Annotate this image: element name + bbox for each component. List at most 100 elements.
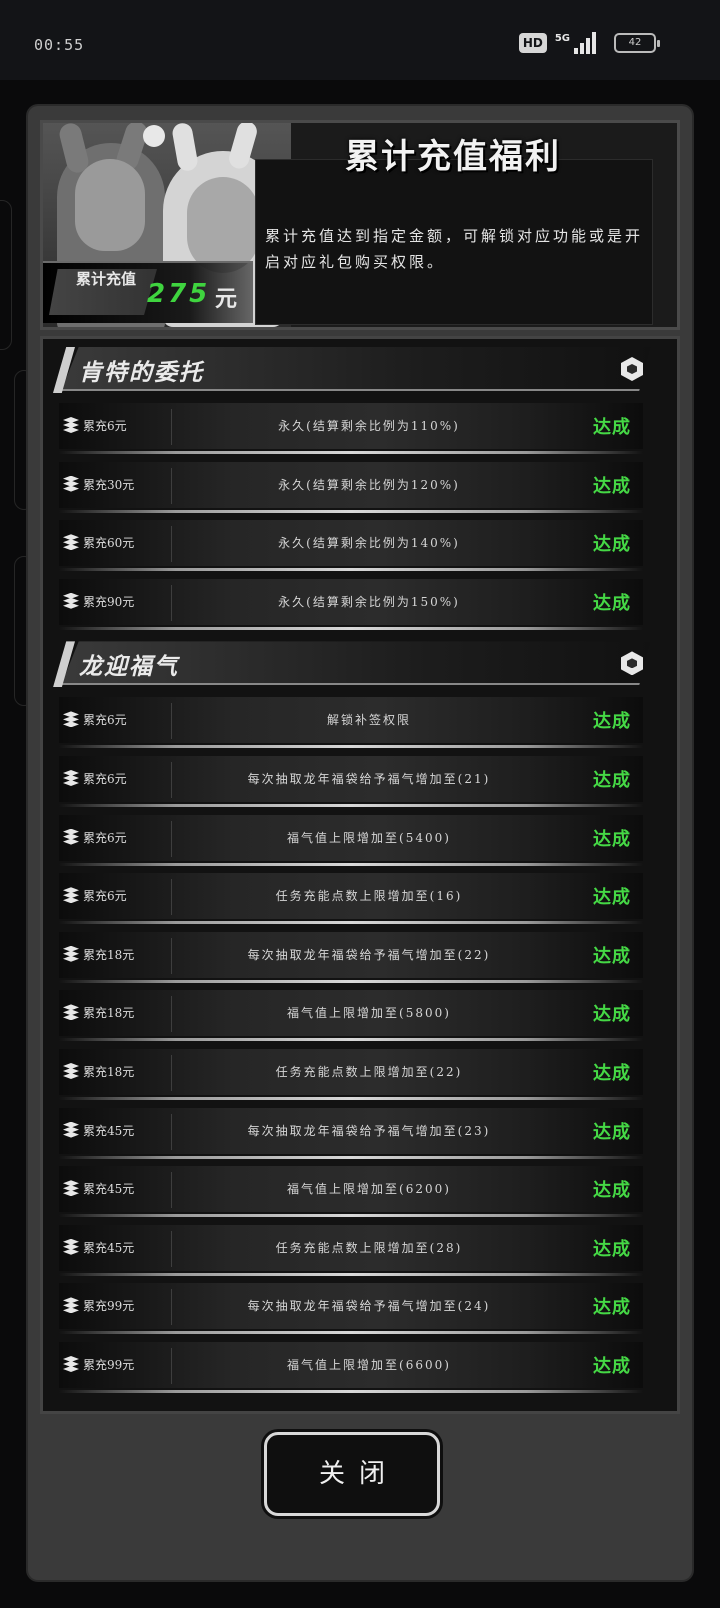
battery-icon: 42: [614, 33, 660, 53]
reward-row: 累充6元 任务充能点数上限增加至(16) 达成: [59, 873, 643, 925]
reward-requirement: 累充99元: [83, 1358, 135, 1372]
divider: [171, 1055, 172, 1091]
reward-requirement: 累充18元: [83, 1006, 135, 1021]
section-header: 龙迎福气: [51, 641, 651, 688]
reward-status: 达成: [593, 417, 631, 438]
divider: [59, 1272, 643, 1276]
divider: [171, 996, 172, 1033]
reward-status: 达成: [593, 1121, 631, 1143]
bunny-ear-shape: [170, 123, 200, 173]
reward-row: 累充30元 永久(结算剩余比例为120%) 达成: [59, 461, 643, 514]
reward-requirement: 累充6元: [83, 772, 127, 786]
divider: [59, 862, 643, 866]
divider: [59, 1331, 643, 1335]
divider: [171, 1348, 172, 1384]
section-title: 肯特的委托: [79, 360, 204, 386]
reward-requirement: 累充60元: [83, 536, 135, 551]
divider: [59, 509, 643, 513]
reward-description: 福气值上限增加至(6600): [287, 1358, 451, 1372]
amount-label: 累计充值: [75, 270, 136, 288]
reward-description: 解锁补签权限: [326, 713, 411, 728]
layers-icon: [63, 1356, 79, 1372]
reward-description: 任务充能点数上限增加至(16): [275, 889, 463, 904]
background-ghost-panel: [0, 200, 12, 350]
layers-icon: [63, 887, 79, 904]
reward-status: 达成: [593, 1004, 631, 1026]
reward-status: 达成: [593, 1297, 631, 1319]
reward-row: 累充18元 福气值上限增加至(5800) 达成: [59, 990, 643, 1042]
status-bar: 00:55 HD 5G 42: [0, 0, 720, 80]
face-shape: [187, 177, 259, 273]
divider: [171, 409, 172, 445]
reward-row: 累充99元 福气值上限增加至(6600) 达成: [59, 1342, 643, 1394]
divider: [171, 526, 172, 563]
reward-requirement: 累充6元: [83, 889, 127, 904]
reward-requirement: 累充18元: [83, 1065, 135, 1079]
reward-description: 每次抽取龙年福袋给予福气增加至(22): [247, 947, 491, 962]
reward-requirement: 累充45元: [83, 1123, 135, 1138]
divider: [59, 1038, 643, 1042]
reward-status: 达成: [593, 534, 631, 556]
divider: [171, 820, 172, 857]
divider: [171, 1172, 172, 1209]
reward-requirement: 累充99元: [83, 1299, 135, 1314]
reward-status: 达成: [593, 1238, 631, 1260]
page-description: 累计充值达到指定金额，可解锁对应功能或是开启对应礼包购买权限。: [265, 227, 644, 271]
reward-status: 达成: [593, 475, 631, 497]
layers-icon: [63, 534, 79, 551]
reward-status: 达成: [593, 828, 631, 850]
reward-requirement: 累充18元: [83, 947, 135, 962]
reward-row: 累充45元 任务充能点数上限增加至(28) 达成: [59, 1224, 643, 1277]
divider: [59, 1155, 643, 1159]
reward-status: 达成: [593, 887, 631, 909]
face-shape: [75, 159, 145, 251]
divider: [171, 1230, 172, 1267]
layers-icon: [63, 1121, 79, 1138]
reward-row: 累充99元 每次抽取龙年福袋给予福气增加至(24) 达成: [59, 1283, 643, 1335]
divider: [59, 568, 643, 572]
header-box: 累计充值 275 元 累计充值福利 累计充值达到指定金额，可解锁对应功能或是开启…: [40, 120, 680, 330]
divider: [171, 1289, 172, 1326]
recharge-amount-box: 累计充值 275 元: [43, 261, 253, 323]
layers-icon: [63, 711, 79, 728]
layers-icon: [63, 417, 79, 433]
section-header: 肯特的委托: [51, 347, 651, 393]
layers-icon: [63, 475, 79, 492]
reward-description: 每次抽取龙年福袋给予福气增加至(24): [247, 1299, 491, 1314]
divider: [171, 467, 172, 504]
reward-row: 累充45元 福气值上限增加至(6200) 达成: [59, 1166, 643, 1218]
layers-icon: [63, 945, 79, 962]
reward-status: 达成: [593, 592, 631, 614]
reward-status: 达成: [593, 945, 631, 967]
divider: [59, 451, 643, 454]
divider: [171, 879, 172, 916]
page-title: 累计充值福利: [345, 137, 561, 177]
layers-icon: [63, 1063, 79, 1079]
close-button[interactable]: 关闭: [264, 1432, 440, 1516]
divider: [59, 804, 643, 807]
close-button-label: 关闭: [318, 1459, 399, 1489]
divider: [59, 745, 643, 749]
reward-row: 累充6元 解锁补签权限 达成: [59, 697, 643, 749]
divider: [59, 1390, 643, 1393]
reward-description: 每次抽取龙年福袋给予福气增加至(23): [247, 1123, 491, 1138]
reward-requirement: 累充6元: [83, 830, 127, 845]
reward-list[interactable]: 肯特的委托累充6元 永久(结算剩余比例为110%) 达成 累充30元 永久(结算剩余比例…: [40, 336, 680, 1414]
pompom-shape: [143, 125, 165, 147]
amount-unit: 元: [215, 287, 238, 312]
reward-status: 达成: [593, 770, 631, 791]
reward-row: 累充6元 福气值上限增加至(5400) 达成: [59, 814, 643, 867]
reward-row: 累充6元 永久(结算剩余比例为110%) 达成: [59, 403, 643, 455]
network-type: 5G: [554, 32, 570, 44]
status-icons: HD 5G 42: [518, 32, 660, 54]
divider: [171, 1113, 172, 1150]
amount-value: 275: [147, 279, 211, 309]
divider: [171, 937, 172, 974]
reward-description: 任务充能点数上限增加至(22): [275, 1065, 463, 1079]
divider: [59, 979, 643, 983]
layers-icon: [63, 592, 79, 609]
signal-icon: [574, 32, 596, 54]
hd-icon: HD: [518, 33, 547, 53]
reward-description: 任务充能点数上限增加至(28): [275, 1240, 463, 1255]
reward-row: 累充18元 任务充能点数上限增加至(22) 达成: [59, 1049, 643, 1101]
